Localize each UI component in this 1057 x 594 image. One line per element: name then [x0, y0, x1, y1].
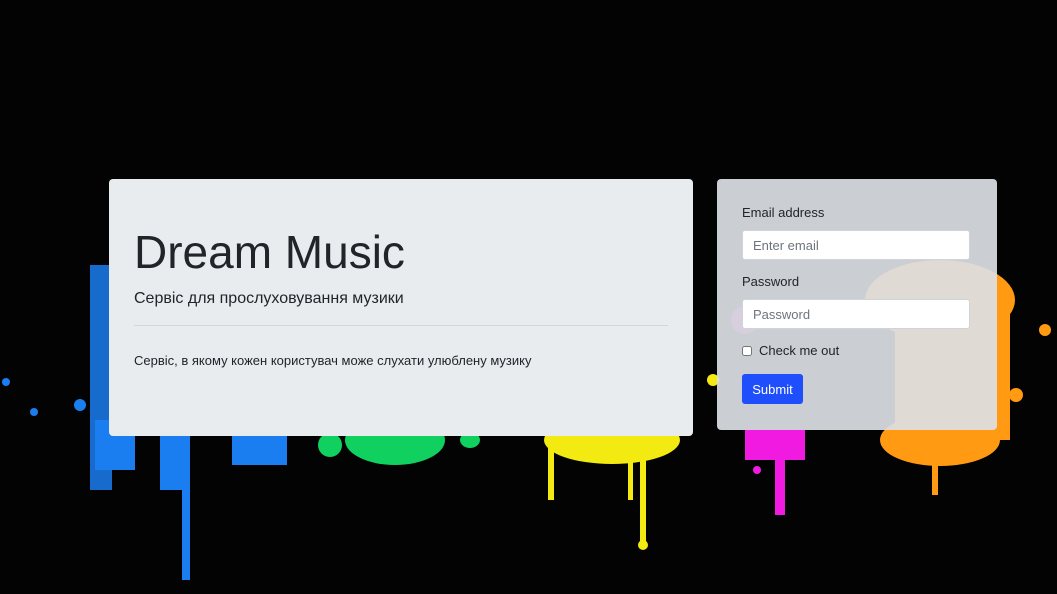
submit-button[interactable]: Submit	[742, 374, 803, 404]
email-label: Email address	[742, 205, 825, 220]
lead-text: Сервіс для прослуховування музики	[134, 290, 404, 307]
password-field[interactable]	[742, 299, 970, 329]
email-field[interactable]	[742, 230, 970, 260]
password-label: Password	[742, 274, 800, 289]
check-me-out-label[interactable]: Check me out	[759, 343, 839, 358]
login-form: Email address Password Check me out Subm…	[717, 179, 997, 430]
check-me-out-checkbox[interactable]	[742, 345, 752, 356]
description-text: Сервіс, в якому кожен користувач може сл…	[134, 353, 532, 368]
page-title: Dream Music	[134, 226, 405, 278]
jumbotron-card: Dream Music Сервіс для прослуховування м…	[109, 179, 693, 436]
check-me-out-row: Check me out	[742, 343, 839, 358]
divider	[134, 325, 668, 326]
